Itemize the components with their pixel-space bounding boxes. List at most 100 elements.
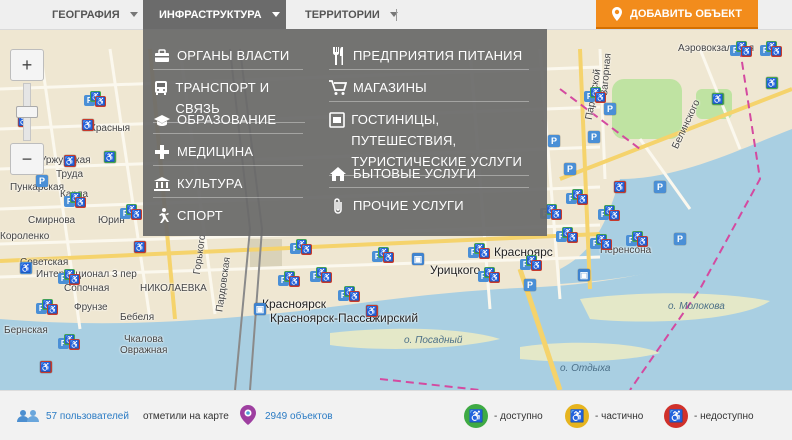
- poi-cluster[interactable]: P♿♿: [584, 87, 606, 105]
- partial-access-legend-icon: ♿: [565, 404, 589, 428]
- poi-parking[interactable]: P: [564, 163, 576, 175]
- menu-item-other[interactable]: ПРОЧИЕ УСЛУГИ: [329, 195, 464, 216]
- poi-cluster[interactable]: P♿♿: [58, 334, 80, 352]
- poi-cluster[interactable]: P♿♿: [760, 41, 782, 59]
- menu-item-food[interactable]: ПРЕДПРИЯТИЯ ПИТАНИЯ: [329, 45, 529, 70]
- zoom-out-button[interactable]: −: [10, 143, 44, 175]
- poi-cluster[interactable]: P♿♿: [338, 286, 360, 304]
- map-label-bebelya: Бебеля: [120, 312, 155, 323]
- map-label-truda: Труда: [56, 169, 84, 180]
- chevron-down-icon: [129, 12, 138, 17]
- poi-parking[interactable]: P: [654, 181, 666, 193]
- poi-marker-inaccessible[interactable]: ♿: [82, 119, 94, 131]
- menu-item-household[interactable]: БЫТОВЫЕ УСЛУГИ: [329, 163, 529, 188]
- bus-stop-icon[interactable]: ▣: [578, 269, 590, 281]
- plus-icon: [153, 143, 171, 161]
- menu-item-label: ПРОЧИЕ УСЛУГИ: [353, 198, 464, 213]
- poi-cluster[interactable]: P♿♿: [468, 243, 490, 261]
- top-navigation-bar: ГЕОГРАФИЯ ИНФРАСТРУКТУРА ТЕРРИТОРИИ ДОБА…: [0, 0, 792, 30]
- poi-marker-inaccessible[interactable]: ♿: [134, 241, 146, 253]
- menu-item-sport[interactable]: СПОРТ: [153, 205, 223, 226]
- users-icon: [17, 410, 39, 422]
- menu-item-label: КУЛЬТУРА: [177, 176, 243, 191]
- poi-parking[interactable]: P: [548, 135, 560, 147]
- map-label-chkalova: Чкалова: [124, 334, 164, 345]
- poi-cluster[interactable]: P♿♿: [58, 269, 80, 287]
- poi-cluster[interactable]: P♿♿: [36, 299, 58, 317]
- map-label-nikolaevka: НИКОЛАЕВКА: [140, 283, 207, 294]
- poi-cluster[interactable]: P♿♿: [566, 189, 588, 207]
- poi-parking[interactable]: P: [524, 279, 536, 291]
- menu-item-label: ОРГАНЫ ВЛАСТИ: [177, 48, 290, 63]
- menu-item-label: БЫТОВЫЕ УСЛУГИ: [353, 166, 477, 181]
- location-pin-icon: [611, 6, 622, 21]
- poi-cluster[interactable]: P♿♿: [310, 267, 332, 285]
- poi-cluster[interactable]: P♿♿: [520, 255, 542, 273]
- poi-cluster[interactable]: P♿♿: [730, 41, 752, 59]
- bus-stop-icon[interactable]: ▣: [254, 303, 266, 315]
- menu-item-label: ПРЕДПРИЯТИЯ ПИТАНИЯ: [353, 48, 523, 63]
- poi-parking[interactable]: P: [674, 233, 686, 245]
- poi-marker-inaccessible[interactable]: ♿: [40, 361, 52, 373]
- map-label-otdyha: о. Отдыха: [560, 363, 611, 374]
- poi-parking[interactable]: P: [588, 131, 600, 143]
- tab-territories[interactable]: ТЕРРИТОРИИ: [305, 0, 398, 29]
- map-label-krasnaya: Красныя: [90, 123, 131, 134]
- tab-geography-label: ГЕОГРАФИЯ: [52, 8, 120, 21]
- paperclip-icon: [329, 197, 347, 215]
- poi-parking[interactable]: P: [36, 175, 48, 187]
- inaccessible-legend-icon: ♿: [664, 404, 688, 428]
- bus-icon: [153, 79, 169, 97]
- poi-cluster[interactable]: P♿♿: [372, 247, 394, 265]
- map-label-korolenko: Короленко: [0, 231, 50, 242]
- poi-cluster[interactable]: P♿♿: [478, 267, 500, 285]
- bus-stop-icon[interactable]: ▣: [412, 253, 424, 265]
- legend-partial-label: - частично: [595, 411, 644, 422]
- zoom-in-button[interactable]: +: [10, 49, 44, 81]
- menu-item-medicine[interactable]: МЕДИЦИНА: [153, 141, 303, 166]
- poi-cluster[interactable]: P♿♿: [64, 192, 86, 210]
- poi-cluster[interactable]: P♿♿: [626, 231, 648, 249]
- poi-cluster[interactable]: P♿♿: [84, 91, 106, 109]
- home-icon: [329, 165, 347, 183]
- menu-item-authorities[interactable]: ОРГАНЫ ВЛАСТИ: [153, 45, 303, 70]
- zoom-slider[interactable]: [16, 83, 38, 141]
- poi-marker-accessible[interactable]: ♿: [766, 77, 778, 89]
- zoom-control: + −: [10, 49, 44, 175]
- zoom-slider-handle[interactable]: [16, 106, 38, 118]
- add-object-label: ДОБАВИТЬ ОБЪЕКТ: [629, 7, 742, 20]
- menu-item-shops[interactable]: МАГАЗИНЫ: [329, 77, 529, 102]
- poi-cluster[interactable]: P♿♿: [598, 205, 620, 223]
- poi-cluster[interactable]: P♿♿: [120, 204, 142, 222]
- map-label-bernskaya: Бернская: [4, 325, 48, 336]
- menu-item-label: МЕДИЦИНА: [177, 144, 254, 159]
- users-count-link[interactable]: 57 пользователей: [46, 411, 129, 422]
- add-object-button[interactable]: ДОБАВИТЬ ОБЪЕКТ: [596, 0, 758, 29]
- legend-accessible-label: - доступно: [494, 411, 543, 422]
- tab-infrastructure[interactable]: ИНФРАСТРУКТУРА: [143, 0, 286, 29]
- accessible-legend-icon: ♿: [464, 404, 488, 428]
- tab-geography[interactable]: ГЕОГРАФИЯ: [52, 0, 138, 29]
- poi-cluster[interactable]: P♿♿: [278, 271, 300, 289]
- menu-item-education[interactable]: ОБРАЗОВАНИЕ: [153, 109, 303, 134]
- poi-marker-accessible[interactable]: ♿: [104, 151, 116, 163]
- runner-icon: [153, 207, 171, 225]
- menu-item-label: ГОСТИНИЦЫ, ПУТЕШЕСТВИЯ,: [351, 112, 457, 148]
- poi-marker-accessible[interactable]: ♿: [712, 93, 724, 105]
- menu-item-label: ОБРАЗОВАНИЕ: [177, 112, 277, 127]
- cart-icon: [329, 79, 347, 97]
- poi-marker-inaccessible[interactable]: ♿: [64, 155, 76, 167]
- poi-cluster[interactable]: P♿♿: [290, 239, 312, 257]
- map-label-station: Красноярск: [262, 297, 327, 311]
- poi-cluster[interactable]: P♿♿: [556, 227, 578, 245]
- objects-count-link[interactable]: 2949 объектов: [265, 411, 333, 422]
- poi-cluster[interactable]: P♿♿: [590, 234, 612, 252]
- poi-parking[interactable]: ♿: [20, 262, 32, 274]
- location-pin-icon: [240, 405, 256, 425]
- poi-marker-inaccessible[interactable]: ♿: [614, 181, 626, 193]
- infrastructure-dropdown-menu: ОРГАНЫ ВЛАСТИ ТРАНСПОРТ И СВЯЗЬ ОБРАЗОВА…: [143, 29, 547, 236]
- poi-marker-inaccessible[interactable]: ♿: [366, 305, 378, 317]
- fork-knife-icon: [329, 47, 347, 65]
- chevron-down-icon: [271, 12, 280, 17]
- menu-item-culture[interactable]: КУЛЬТУРА: [153, 173, 303, 198]
